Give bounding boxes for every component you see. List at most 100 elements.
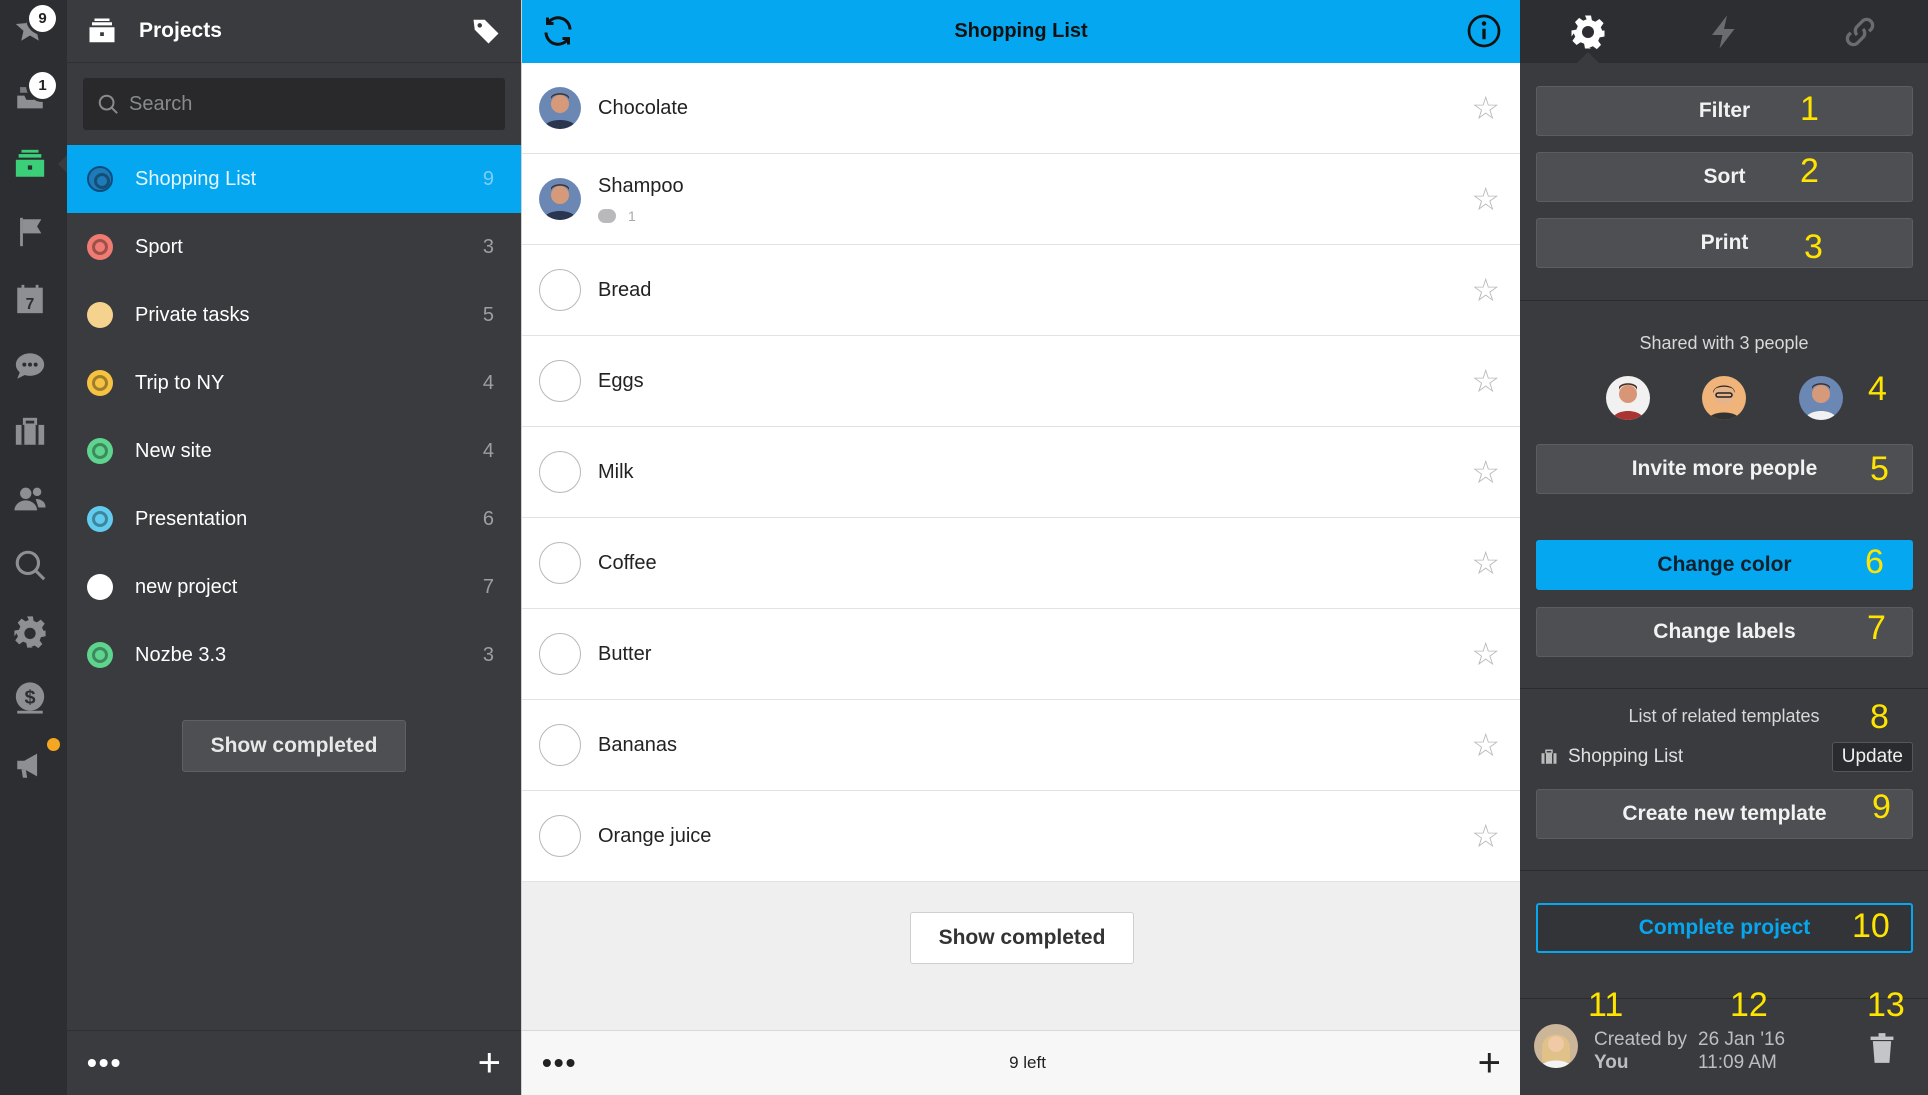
shared-user-avatar[interactable] <box>1702 376 1746 420</box>
shared-with-label: Shared with 3 people <box>1639 333 1809 353</box>
tasks-left-count: 9 left <box>1009 1053 1046 1072</box>
task-name: Butter <box>598 642 652 665</box>
search-icon[interactable] <box>10 545 50 585</box>
comment-icon <box>598 208 616 223</box>
show-completed-tasks-button[interactable]: Show completed <box>910 912 1134 964</box>
star-icon[interactable]: ☆ <box>1471 183 1500 215</box>
star-icon[interactable]: ☆ <box>1471 820 1500 852</box>
tab-attachments[interactable] <box>1792 0 1928 63</box>
search-input[interactable] <box>129 92 489 116</box>
creator-avatar <box>1534 1024 1578 1068</box>
more-options-icon[interactable]: ••• <box>87 1049 122 1077</box>
shared-user-avatar[interactable] <box>1606 376 1650 420</box>
projects-panel: Projects Shopping List 9 Sport 3 Private… <box>67 0 521 1095</box>
task-header: Shopping List <box>522 0 1520 63</box>
projects-header: Projects <box>67 0 521 63</box>
star-icon[interactable]: ☆ <box>1471 547 1500 579</box>
add-project-icon[interactable]: + <box>478 1043 501 1083</box>
task-item-shampoo[interactable]: Shampoo 1 ☆ <box>522 154 1520 245</box>
task-item-orange-juice[interactable]: Orange juice ☆ <box>522 791 1520 882</box>
divider <box>1520 300 1928 301</box>
project-count: 9 <box>482 167 494 190</box>
project-item-presentation[interactable]: Presentation 6 <box>67 485 521 553</box>
comments-icon[interactable] <box>10 346 50 386</box>
star-icon[interactable]: ☆ <box>1471 274 1500 306</box>
task-checkbox[interactable] <box>539 815 581 857</box>
announcements-icon[interactable] <box>10 745 50 785</box>
project-item-private-tasks[interactable]: Private tasks 5 <box>67 281 521 349</box>
task-checkbox[interactable] <box>539 724 581 766</box>
task-list: Chocolate ☆ Shampoo 1 ☆ Bread ☆ Eggs ☆ M… <box>522 63 1520 882</box>
template-name[interactable]: Shopping List <box>1568 746 1832 768</box>
info-icon[interactable] <box>1466 13 1502 49</box>
task-item-butter[interactable]: Butter ☆ <box>522 609 1520 700</box>
project-item-shopping-list[interactable]: Shopping List 9 <box>67 145 521 213</box>
task-checkbox[interactable] <box>539 451 581 493</box>
projects-title: Projects <box>139 19 222 42</box>
sort-button[interactable]: Sort <box>1536 152 1913 202</box>
flag-icon[interactable] <box>10 212 50 252</box>
project-item-new-site[interactable]: New site 4 <box>67 417 521 485</box>
sync-icon[interactable] <box>540 13 576 49</box>
tab-activity[interactable] <box>1656 0 1792 63</box>
print-button[interactable]: Print <box>1536 218 1913 268</box>
task-item-bread[interactable]: Bread ☆ <box>522 245 1520 336</box>
task-name: Coffee <box>598 551 657 574</box>
task-item-milk[interactable]: Milk ☆ <box>522 427 1520 518</box>
comment-count: 1 <box>628 207 636 224</box>
project-name: Shopping List <box>135 167 257 190</box>
team-icon[interactable] <box>10 479 50 519</box>
shared-user-avatar[interactable] <box>1799 376 1843 420</box>
star-icon[interactable]: ☆ <box>1471 729 1500 761</box>
labels-tag-icon[interactable] <box>471 16 501 46</box>
trash-icon[interactable] <box>1868 1032 1896 1064</box>
add-task-icon[interactable]: + <box>1478 1043 1501 1083</box>
task-item-eggs[interactable]: Eggs ☆ <box>522 336 1520 427</box>
assignee-avatar[interactable] <box>539 87 581 129</box>
filter-button[interactable]: Filter <box>1536 86 1913 136</box>
search-box <box>83 78 505 130</box>
created-by-user: You <box>1594 1052 1629 1073</box>
update-template-button[interactable]: Update <box>1831 742 1913 772</box>
project-item-new-project[interactable]: new project 7 <box>67 553 521 621</box>
billing-icon[interactable]: $ <box>10 678 50 718</box>
templates-icon[interactable] <box>10 412 50 452</box>
task-checkbox[interactable] <box>539 269 581 311</box>
related-templates-label: List of related templates <box>1628 706 1820 726</box>
settings-icon[interactable] <box>10 612 50 652</box>
invite-more-people-button[interactable]: Invite more people <box>1536 444 1913 494</box>
annotation-9: 9 <box>1872 788 1891 826</box>
project-count: 7 <box>482 575 494 598</box>
assignee-avatar[interactable] <box>539 178 581 220</box>
star-icon[interactable]: ☆ <box>1471 365 1500 397</box>
task-checkbox[interactable] <box>539 542 581 584</box>
project-name: Sport <box>135 235 183 258</box>
create-new-template-button[interactable]: Create new template <box>1536 789 1913 839</box>
project-color-dot <box>87 166 113 192</box>
project-name: Private tasks <box>135 303 250 326</box>
show-completed-projects-button[interactable]: Show completed <box>182 720 406 772</box>
more-options-icon[interactable]: ••• <box>542 1049 577 1077</box>
star-icon[interactable]: ☆ <box>1471 92 1500 124</box>
project-item-trip-to-ny[interactable]: Trip to NY 4 <box>67 349 521 417</box>
task-meta: 1 <box>598 208 1471 224</box>
project-item-nozbe-33[interactable]: Nozbe 3.3 3 <box>67 621 521 689</box>
project-name: new project <box>135 575 238 598</box>
calendar-icon[interactable]: 7 <box>10 279 50 319</box>
star-icon[interactable]: ☆ <box>1471 456 1500 488</box>
created-date: 26 Jan '16 <box>1698 1029 1786 1050</box>
annotation-4: 4 <box>1868 370 1887 408</box>
projects-icon[interactable] <box>10 144 50 184</box>
task-checkbox[interactable] <box>539 360 581 402</box>
task-item-coffee[interactable]: Coffee ☆ <box>522 518 1520 609</box>
project-count: 5 <box>482 303 494 326</box>
template-briefcase-icon <box>1540 748 1558 766</box>
change-color-button[interactable]: Change color <box>1536 540 1913 590</box>
project-item-sport[interactable]: Sport 3 <box>67 213 521 281</box>
project-color-dot <box>87 302 113 328</box>
task-item-chocolate[interactable]: Chocolate ☆ <box>522 63 1520 154</box>
task-item-bananas[interactable]: Bananas ☆ <box>522 700 1520 791</box>
change-labels-button[interactable]: Change labels <box>1536 607 1913 657</box>
task-checkbox[interactable] <box>539 633 581 675</box>
star-icon[interactable]: ☆ <box>1471 638 1500 670</box>
